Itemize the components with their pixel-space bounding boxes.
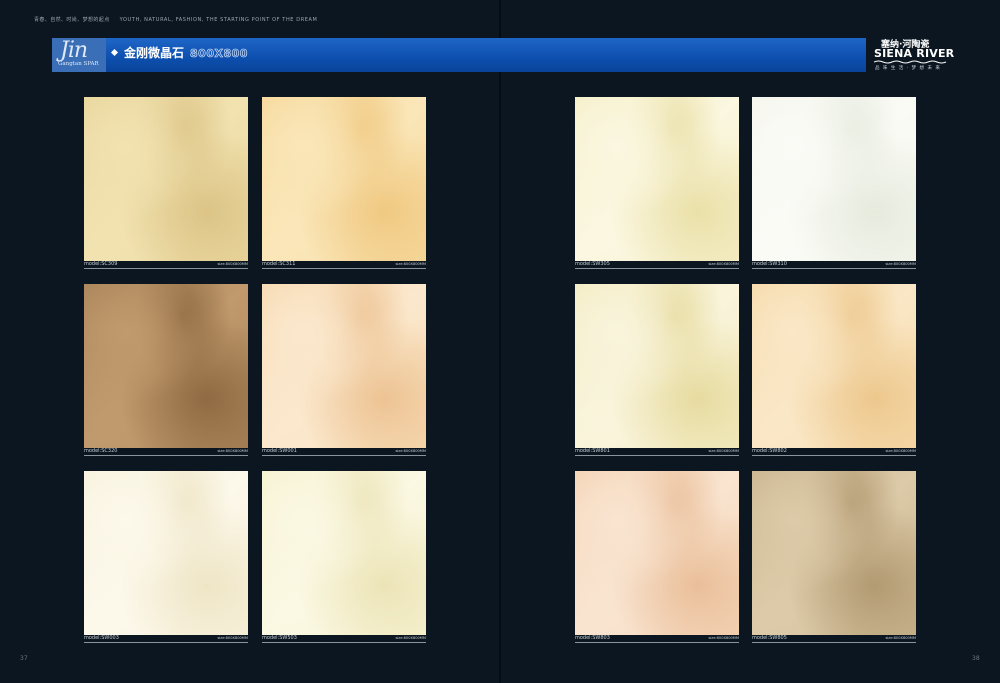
caption-divider (84, 642, 248, 643)
caption-divider (262, 268, 426, 269)
tile-size: size:800X800MM (708, 449, 739, 453)
tile-size: size:800X800MM (395, 262, 426, 266)
caption-divider (752, 268, 916, 269)
page-number-right: 38 (972, 655, 980, 662)
tile-image (752, 471, 916, 635)
tile-image (575, 97, 739, 261)
page-number-left: 37 (20, 655, 28, 662)
tile-size: size:800X800MM (708, 636, 739, 640)
tile-model: model:SW003 (84, 635, 119, 641)
tile-size: size:800X800MM (885, 449, 916, 453)
caption-divider (262, 455, 426, 456)
logo-subtext: Gangtan SPAR (58, 61, 99, 67)
tagline-cn: 青春、自然、时尚、梦想的起点 (34, 17, 110, 23)
tagline-en: YOUTH, NATURAL, FASHION, THE STARTING PO… (119, 17, 318, 23)
section-title: 金刚微晶石 800X800 (110, 44, 248, 61)
tile-model: model:SW305 (575, 261, 610, 267)
page-spine (499, 0, 501, 683)
tile-sample: model:SC309 size:800X800MM (84, 97, 248, 269)
tile-image (752, 284, 916, 448)
brand-waves-icon (874, 60, 947, 64)
tile-sample: model:SW802 size:800X800MM (752, 284, 916, 456)
tile-model: model:SW802 (752, 448, 787, 454)
diamond-bullet-icon (110, 48, 119, 57)
header-tagline: 青春、自然、时尚、梦想的起点 YOUTH, NATURAL, FASHION, … (34, 16, 317, 23)
tile-size: size:800X800MM (217, 636, 248, 640)
tile-image (262, 284, 426, 448)
tile-image (752, 97, 916, 261)
tile-sample: model:SW803 size:800X800MM (575, 471, 739, 643)
title-text: 金刚微晶石 (124, 46, 185, 60)
brand-name-en: SIENA RIVER (874, 47, 955, 60)
tile-size: size:800X800MM (708, 262, 739, 266)
tile-model: model:SW805 (752, 635, 787, 641)
tile-image (84, 97, 248, 261)
tile-model: model:SW803 (575, 635, 610, 641)
logo-text: Jin (60, 38, 88, 63)
tile-model: model:SW801 (575, 448, 610, 454)
tile-model: model:SC311 (262, 261, 296, 267)
caption-divider (84, 268, 248, 269)
tile-sample: model:SW003 size:800X800MM (84, 471, 248, 643)
caption-divider (575, 268, 739, 269)
tile-sample: model:SW801 size:800X800MM (575, 284, 739, 456)
tile-sample: model:SW805 size:800X800MM (752, 471, 916, 643)
tile-sample: model:SW503 size:800X800MM (262, 471, 426, 643)
tile-image (262, 471, 426, 635)
tile-size: size:800X800MM (395, 636, 426, 640)
tile-image (84, 284, 248, 448)
title-banner: Jin Gangtan SPAR 金刚微晶石 800X800 (52, 38, 866, 72)
tile-model: model:SW310 (752, 261, 787, 267)
tile-size: size:800X800MM (885, 262, 916, 266)
brand-slogan: 品 味 生 活 · 梦 想 未 来 (875, 66, 941, 71)
caption-divider (575, 455, 739, 456)
caption-divider (575, 642, 739, 643)
caption-divider (262, 642, 426, 643)
tile-image (575, 471, 739, 635)
caption-divider (752, 642, 916, 643)
tile-model: model:SC309 (84, 261, 118, 267)
caption-divider (84, 455, 248, 456)
title-size: 800X800 (190, 47, 248, 61)
tile-model: model:SC320 (84, 448, 118, 454)
tile-size: size:800X800MM (217, 262, 248, 266)
caption-divider (752, 455, 916, 456)
tile-image (84, 471, 248, 635)
tile-model: model:SW503 (262, 635, 297, 641)
tile-model: model:SW001 (262, 448, 297, 454)
tile-sample: model:SW305 size:800X800MM (575, 97, 739, 269)
tile-image (262, 97, 426, 261)
tile-image (575, 284, 739, 448)
tile-sample: model:SC311 size:800X800MM (262, 97, 426, 269)
tile-size: size:800X800MM (395, 449, 426, 453)
tile-sample: model:SW001 size:800X800MM (262, 284, 426, 456)
tile-sample: model:SC320 size:800X800MM (84, 284, 248, 456)
tile-size: size:800X800MM (885, 636, 916, 640)
tile-size: size:800X800MM (217, 449, 248, 453)
tile-sample: model:SW310 size:800X800MM (752, 97, 916, 269)
jin-logo: Jin Gangtan SPAR (52, 38, 106, 72)
